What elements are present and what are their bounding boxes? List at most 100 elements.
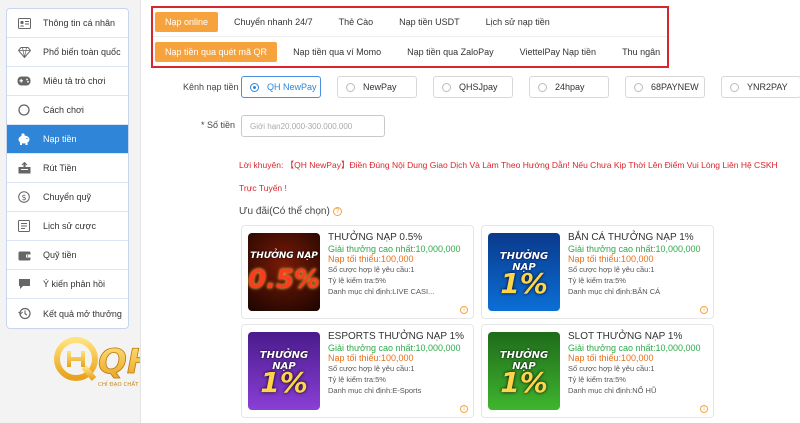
channel-label-text: YNR2PAY xyxy=(747,82,788,92)
sidebar: Thông tin cá nhân Phổ biến toàn quốc Miê… xyxy=(6,8,129,329)
thumbnail-percent: 1% xyxy=(500,267,548,300)
promo-max-prize: Giải thưởng cao nhất:10,000,000 xyxy=(328,244,461,254)
sidebar-item-nationwide[interactable]: Phổ biến toàn quốc xyxy=(7,38,128,67)
dollar-icon: $ xyxy=(17,190,31,204)
sidebar-item-label: Rút Tiền xyxy=(43,163,77,173)
tab-qr-deposit[interactable]: Nạp tiền qua quét mã QR xyxy=(155,41,278,62)
info-icon[interactable]: i xyxy=(460,306,468,314)
sidebar-item-withdraw[interactable]: Rút Tiền xyxy=(7,154,128,183)
diamond-icon xyxy=(17,45,31,59)
promo-title-text: Ưu đãi(Có thể chọn) xyxy=(239,206,330,217)
sidebar-item-label: Kết quả mở thưởng xyxy=(43,308,122,319)
tab-viettelpay[interactable]: ViettelPay Nạp tiền xyxy=(510,42,606,62)
channel-qh-newpay[interactable]: QH NewPay xyxy=(241,76,321,98)
promo-card-live[interactable]: THƯỞNG NẠP 0.5% THƯỞNG NẠP 0.5% Giải thư… xyxy=(241,225,474,319)
question-icon[interactable]: ? xyxy=(332,207,342,216)
history-icon xyxy=(17,307,31,321)
tab-usdt[interactable]: Nạp tiền USDT xyxy=(389,12,470,32)
tab-deposit-history[interactable]: Lịch sử nạp tiền xyxy=(476,12,560,32)
radio-icon xyxy=(442,82,451,92)
promo-name: SLOT THƯỞNG NẠP 1% xyxy=(568,331,683,342)
promo-max-prize: Giải thưởng cao nhất:10,000,000 xyxy=(568,244,701,254)
tab-cashier[interactable]: Thu ngân xyxy=(612,42,670,62)
list-icon xyxy=(17,219,31,233)
tab-fast-transfer[interactable]: Chuyển nhanh 24/7 xyxy=(224,12,323,32)
main-content: Nạp online Chuyển nhanh 24/7 Thẻ Cào Nạp… xyxy=(140,0,800,423)
radio-icon xyxy=(538,82,547,92)
circle-icon xyxy=(17,103,31,117)
channel-label-text: 68PAYNEW xyxy=(651,82,699,92)
info-icon[interactable]: i xyxy=(700,405,708,413)
promo-ratio: Tỷ lệ kiểm tra:5% xyxy=(568,375,626,384)
promo-wager: Số cược hợp lệ yêu cầu:1 xyxy=(568,265,655,274)
promo-min-deposit: Nạp tối thiểu:100,000 xyxy=(328,353,414,363)
chat-icon xyxy=(17,277,31,291)
promo-category: Danh mục chỉ định:E-Sports xyxy=(328,386,422,395)
promo-card-esports[interactable]: THƯỞNG NẠP 1% ESPORTS THƯỞNG NẠP 1% Giải… xyxy=(241,324,474,418)
info-icon[interactable]: i xyxy=(700,306,708,314)
sidebar-item-label: Miêu tả trò chơi xyxy=(43,76,106,86)
channel-24hpay[interactable]: 24hpay xyxy=(529,76,609,98)
channel-68paynew[interactable]: 68PAYNEW xyxy=(625,76,705,98)
sidebar-item-label: Quỹ tiền xyxy=(43,250,77,260)
info-icon[interactable]: i xyxy=(460,405,468,413)
promo-ratio: Tỷ lệ kiểm tra:5% xyxy=(328,375,386,384)
promo-wager: Số cược hợp lệ yêu cầu:1 xyxy=(328,265,415,274)
promo-category: Danh mục chỉ định:NỔ HŨ xyxy=(568,386,657,395)
promo-wager: Số cược hợp lệ yêu cầu:1 xyxy=(328,364,415,373)
sidebar-item-label: Phổ biến toàn quốc xyxy=(43,47,121,57)
promo-ratio: Tỷ lệ kiểm tra:5% xyxy=(328,276,386,285)
sidebar-item-label: Ý kiến phản hồi xyxy=(43,279,106,289)
sidebar-item-profile[interactable]: Thông tin cá nhân xyxy=(7,9,128,38)
promo-name: BẮN CÁ THƯỞNG NẠP 1% xyxy=(568,232,694,243)
promo-card-fishing[interactable]: THƯỞNG NẠP 1% BẮN CÁ THƯỞNG NẠP 1% Giải … xyxy=(481,225,714,319)
promo-wager: Số cược hợp lệ yêu cầu:1 xyxy=(568,364,655,373)
promo-min-deposit: Nạp tối thiểu:100,000 xyxy=(568,254,654,264)
piggy-bank-icon xyxy=(17,132,31,146)
channel-group: QH NewPay NewPay QHSJpay 24hpay 68PAYNEW… xyxy=(241,76,800,98)
sidebar-item-bet-history[interactable]: Lịch sử cược xyxy=(7,212,128,241)
promo-ratio: Tỷ lệ kiểm tra:5% xyxy=(568,276,626,285)
channel-ynr2pay[interactable]: YNR2PAY xyxy=(721,76,800,98)
channel-label-text: QH NewPay xyxy=(267,82,317,92)
tab-zalopay[interactable]: Nạp tiền qua ZaloPay xyxy=(397,42,504,62)
thumbnail-percent: 1% xyxy=(260,366,308,399)
channel-newpay[interactable]: NewPay xyxy=(337,76,417,98)
amount-label: * Số tiền xyxy=(201,120,236,130)
sidebar-item-feedback[interactable]: Ý kiến phản hồi xyxy=(7,270,128,299)
radio-icon xyxy=(634,82,643,92)
promo-card-slot[interactable]: THƯỞNG NẠP 1% SLOT THƯỞNG NẠP 1% Giải th… xyxy=(481,324,714,418)
wallet-icon xyxy=(17,248,31,262)
secondary-tab-row: Nạp tiền qua quét mã QR Nạp tiền qua ví … xyxy=(153,37,667,66)
promo-thumbnail: THƯỞNG NẠP 1% xyxy=(488,233,560,311)
id-card-icon xyxy=(17,16,31,30)
promo-title: Ưu đãi(Có thể chọn)? xyxy=(239,206,342,217)
thumbnail-percent: 0.5% xyxy=(248,265,320,295)
sidebar-item-game-description[interactable]: Miêu tả trò chơi xyxy=(7,67,128,96)
amount-input[interactable] xyxy=(241,115,385,137)
promo-name: ESPORTS THƯỞNG NẠP 1% xyxy=(328,331,465,342)
sidebar-item-deposit[interactable]: Nạp tiền xyxy=(7,125,128,154)
promo-min-deposit: Nạp tối thiểu:100,000 xyxy=(328,254,414,264)
thumbnail-percent: 1% xyxy=(500,366,548,399)
gamepad-icon xyxy=(17,74,31,88)
withdraw-icon xyxy=(17,161,31,175)
thumbnail-caption: THƯỞNG NẠP xyxy=(250,251,318,261)
primary-tab-row: Nạp online Chuyển nhanh 24/7 Thẻ Cào Nạp… xyxy=(153,8,667,37)
sidebar-item-label: Nạp tiền xyxy=(43,134,77,144)
sidebar-item-draw-results[interactable]: Kết quả mở thưởng xyxy=(7,299,128,328)
tab-card[interactable]: Thẻ Cào xyxy=(329,12,384,32)
tab-momo[interactable]: Nạp tiền qua ví Momo xyxy=(283,42,391,62)
sidebar-item-fund[interactable]: Quỹ tiền xyxy=(7,241,128,270)
promo-thumbnail: THƯỞNG NẠP 0.5% xyxy=(248,233,320,311)
promo-category: Danh mục chỉ định:BẮN CÁ xyxy=(568,287,661,296)
promo-thumbnail: THƯỞNG NẠP 1% xyxy=(248,332,320,410)
promo-max-prize: Giải thưởng cao nhất:10,000,000 xyxy=(328,343,461,353)
channel-label-text: QHSJpay xyxy=(459,82,498,92)
tab-online-deposit[interactable]: Nạp online xyxy=(155,12,219,32)
promo-name: THƯỞNG NẠP 0.5% xyxy=(328,232,423,243)
sidebar-item-label: Lịch sử cược xyxy=(43,221,96,231)
sidebar-item-how-to-play[interactable]: Cách chơi xyxy=(7,96,128,125)
sidebar-item-fund-transfer[interactable]: $ Chuyển quỹ xyxy=(7,183,128,212)
channel-qhsjpay[interactable]: QHSJpay xyxy=(433,76,513,98)
